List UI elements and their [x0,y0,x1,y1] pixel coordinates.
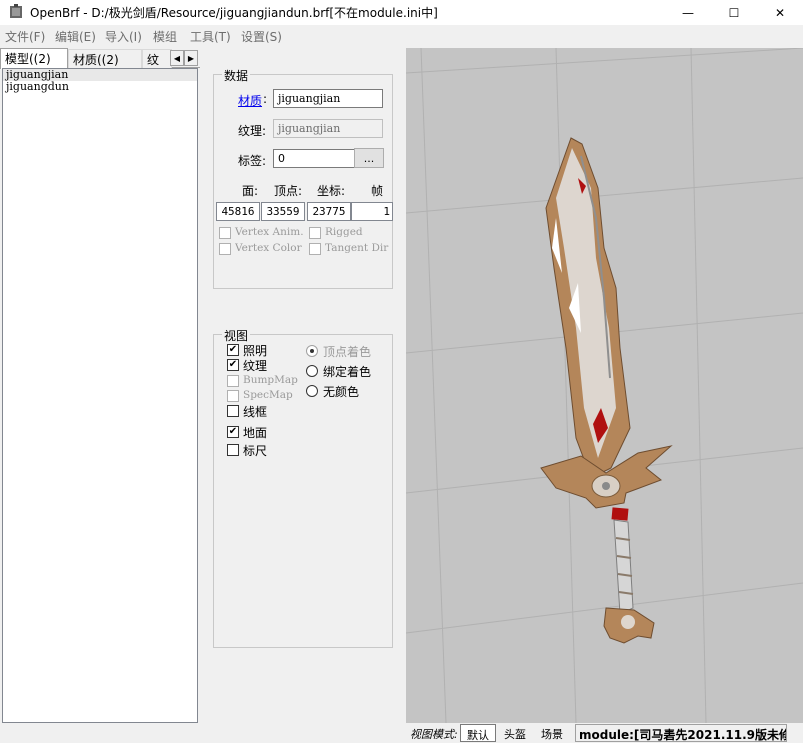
view-mode-label: 视图模式: [410,728,458,741]
title-bar: OpenBrf - D:/极光剑盾/Resource/jiguangjiandu… [0,0,803,25]
texture-field: jiguangjian [273,119,383,138]
tangent-dir-checkbox [309,243,321,255]
3d-viewport[interactable] [406,48,803,723]
data-group-title: 数据 [222,67,251,84]
close-button[interactable]: ✕ [757,0,803,25]
texture-label: 纹理: [238,124,267,138]
tangent-dir-label: Tangent Dir [325,242,389,254]
view-mode-default-button[interactable]: 默认 [460,724,496,742]
bumpmap-checkbox [227,375,239,387]
tag-browse-button[interactable]: ... [354,148,384,168]
tab-materials[interactable]: 材质((2) [68,49,142,68]
vertex-color-radio-label[interactable]: 顶点着色 [323,343,371,360]
vertices-count: 33559 [261,202,305,221]
ruler-label[interactable]: 标尺 [243,442,267,459]
rigged-color-radio[interactable] [306,365,318,377]
vertex-color-radio[interactable] [306,345,318,357]
list-item[interactable]: jiguangdun [3,81,197,93]
wireframe-label[interactable]: 线框 [243,403,267,420]
no-color-radio-label[interactable]: 无颜色 [323,383,359,400]
vertices-header: 顶点: [274,184,303,198]
faces-header: 面: [242,184,259,198]
lighting-checkbox[interactable]: ✔ [227,344,239,356]
rigged-color-radio-label[interactable]: 绑定着色 [323,363,371,380]
material-field[interactable]: jiguangjian [273,89,383,108]
menu-bar: 文件(F) 编辑(E) 导入(I) 模组 工具(T) 设置(S) [0,25,803,47]
frames-header: 帧 [371,184,384,198]
maximize-button[interactable]: ☐ [711,0,757,25]
texture-view-label[interactable]: 纹理 [243,357,267,374]
model-list[interactable]: jiguangjian jiguangdun [2,68,198,723]
tag-label: 标签: [238,154,267,168]
module-status: module:[司马砉先2021.11.9版未修改] [575,724,787,742]
menu-module[interactable]: 模组 [153,28,177,45]
tab-bar: 模型((2) 材质((2) 纹 ◀ ▶ [0,48,200,69]
tab-scroll-left-button[interactable]: ◀ [170,50,184,66]
material-colon: : [263,92,268,106]
menu-tools[interactable]: 工具(T) [190,28,231,45]
rigged-label: Rigged [325,226,363,238]
vertex-anim-checkbox [219,227,231,239]
status-bar: 视图模式: 默认 头盔 场景 module:[司马砉先2021.11.9版未修改… [0,723,803,743]
view-groupbox: 视图 ✔ 照明 ✔ 纹理 BumpMap SpecMap 线框 ✔ 地面 标尺 … [213,327,393,648]
wireframe-checkbox[interactable] [227,405,239,417]
window-title: OpenBrf - D:/极光剑盾/Resource/jiguangjiandu… [30,6,438,20]
tab-textures[interactable]: 纹 [142,49,172,68]
floor-checkbox[interactable]: ✔ [227,426,239,438]
vertex-color-label: Vertex Color [235,242,302,254]
minimize-button[interactable]: — [665,0,711,25]
data-groupbox: 数据 材质 : jiguangjian 纹理: jiguangjian 标签: … [213,67,393,289]
view-mode-helmet-button[interactable]: 头盔 [498,724,532,742]
vertex-color-checkbox [219,243,231,255]
menu-settings[interactable]: 设置(S) [241,28,282,45]
tab-scroll-right-button[interactable]: ▶ [184,50,198,66]
app-icon [10,4,22,18]
texture-checkbox[interactable]: ✔ [227,359,239,371]
specmap-label: SpecMap [243,389,293,401]
tag-field[interactable]: 0 [273,149,355,168]
sword-model [540,137,673,644]
menu-file[interactable]: 文件(F) [5,28,45,45]
vertex-anim-label: Vertex Anim. [235,226,304,238]
tab-models[interactable]: 模型((2) [0,48,68,69]
left-panel: 模型((2) 材质((2) 纹 ◀ ▶ jiguangjian jiguangd… [0,48,200,723]
material-link[interactable]: 材质 [238,92,262,109]
menu-import[interactable]: 导入(I) [105,28,142,45]
menu-edit[interactable]: 编辑(E) [55,28,96,45]
coords-count: 23775 [307,202,351,221]
frames-count: 1 [351,202,393,221]
no-color-radio[interactable] [306,385,318,397]
coords-header: 坐标: [317,184,346,198]
specmap-checkbox [227,390,239,402]
floor-label[interactable]: 地面 [243,424,267,441]
ruler-checkbox[interactable] [227,444,239,456]
rigged-checkbox [309,227,321,239]
viewport-canvas [406,48,803,723]
faces-count: 45816 [216,202,260,221]
bumpmap-label: BumpMap [243,374,298,386]
view-mode-scene-button[interactable]: 场景 [535,724,569,742]
